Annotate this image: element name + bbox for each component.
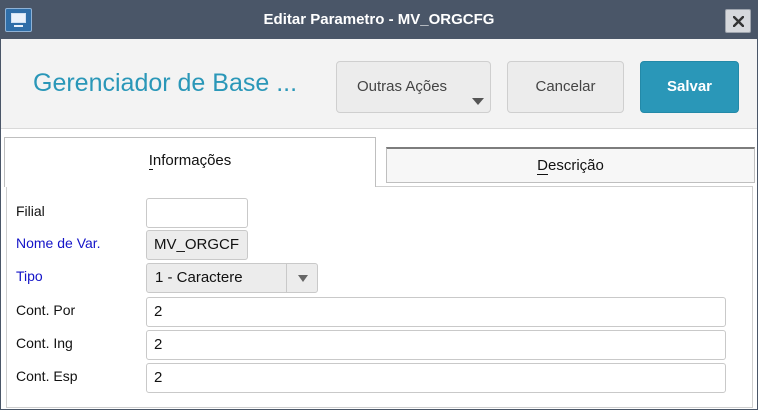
close-button[interactable] xyxy=(725,9,751,33)
tab-descricao-accesskey: D xyxy=(537,157,548,175)
cont-ing-input[interactable]: 2 xyxy=(146,330,726,360)
filial-input[interactable] xyxy=(146,198,248,228)
nome-var-input[interactable]: MV_ORGCF xyxy=(146,230,248,260)
header-bar: Gerenciador de Base ... Outras Ações Can… xyxy=(1,39,757,129)
cont-ing-label: Cont. Ing xyxy=(16,335,73,351)
cont-por-label: Cont. Por xyxy=(16,302,76,318)
title-bar[interactable]: Editar Parametro - MV_ORGCFG xyxy=(1,1,757,39)
tab-descricao[interactable]: Descrição xyxy=(386,147,755,183)
tipo-select[interactable]: 1 - Caractere xyxy=(146,263,318,293)
cont-por-input[interactable]: 2 xyxy=(146,297,726,327)
tab-informacoes[interactable]: Informações xyxy=(4,137,376,187)
nome-var-label: Nome de Var. xyxy=(16,235,101,251)
save-button[interactable]: Salvar xyxy=(640,61,739,113)
tab-informacoes-label: nformações xyxy=(152,152,232,169)
outras-acoes-label: Outras Ações xyxy=(357,78,448,95)
tab-descricao-label: escrição xyxy=(547,157,604,174)
chevron-down-icon xyxy=(472,98,484,105)
select-divider xyxy=(286,264,287,292)
close-icon xyxy=(733,16,744,27)
dialog-window: Editar Parametro - MV_ORGCFG Gerenciador… xyxy=(0,0,758,410)
cancel-button[interactable]: Cancelar xyxy=(507,61,624,113)
outras-acoes-button[interactable]: Outras Ações xyxy=(336,61,491,113)
chevron-down-icon[interactable] xyxy=(298,275,308,282)
tipo-select-value: 1 - Caractere xyxy=(155,269,243,286)
filial-label: Filial xyxy=(16,203,45,219)
cont-esp-input[interactable]: 2 xyxy=(146,363,726,393)
window-title: Editar Parametro - MV_ORGCFG xyxy=(263,11,495,28)
cont-esp-label: Cont. Esp xyxy=(16,368,78,384)
page-title: Gerenciador de Base ... xyxy=(33,69,298,97)
tipo-label: Tipo xyxy=(16,268,43,284)
